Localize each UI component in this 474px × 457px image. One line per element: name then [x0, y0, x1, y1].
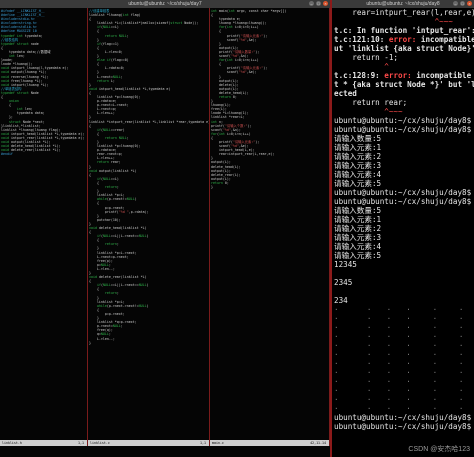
code-line: } [211, 185, 213, 190]
terminal-line: 请输入元素:4 [334, 242, 382, 251]
terminal-line: · · · · · · [334, 323, 466, 332]
terminal-line: 请输入元素:3 [334, 233, 382, 242]
vim-command-line[interactable] [0, 452, 330, 457]
terminal-line: rear=intpurt_rear(l,rear,e); [334, 8, 474, 17]
editor-titlebar: ubuntu@ubuntu: ~/cx/shuju/day7 – □ × [0, 0, 330, 8]
code-line: } [89, 340, 91, 345]
terminal-line: 234 [334, 296, 348, 305]
terminal-line: 12345 [334, 260, 357, 269]
terminal-line: ^~~~ [334, 17, 453, 26]
terminal-titlebar: ubuntu@ubuntu: ~/cx/shuju/day8 – □ × [332, 0, 474, 8]
terminal-line: 请输入元素:2 [334, 152, 382, 161]
editor-window-controls: – □ × [309, 1, 328, 6]
terminal-line: ^~~~ [334, 107, 403, 116]
statusline-filename: linklist.c [90, 441, 110, 445]
terminal-line: t.c:121:10: error: incompatible type [334, 35, 474, 44]
terminal-line: · · · · · · [334, 359, 466, 368]
terminal-line: 请输入元素:5 [334, 251, 382, 260]
editor-window-title: ubuntu@ubuntu: ~/cx/shuju/day7 [128, 1, 202, 7]
terminal-line: · · · · · · [334, 332, 466, 341]
terminal-line: 请输入数量:5 [334, 134, 382, 143]
vim-editor[interactable]: #ifndef __LINKLIST_H__ #define __LINKLIST… [0, 8, 330, 457]
statusline-position: 1,1 [200, 441, 206, 445]
minimize-button[interactable]: – [309, 1, 314, 6]
terminal-window-title: ubuntu@ubuntu: ~/cx/shuju/day8 [366, 1, 440, 7]
terminal-line: 请输入元素:1 [334, 143, 382, 152]
terminal-lines: rear=intpurt_rear(l,rear,e); ^~~~ t.c: In… [332, 8, 474, 305]
terminal-line: · · · · · · [334, 395, 466, 404]
terminal-line: 请输入数量:5 [334, 206, 382, 215]
terminal-line: 2345 [334, 278, 353, 287]
terminal-line: 请输入元素:4 [334, 170, 382, 179]
terminal-line: return -1; [334, 53, 399, 62]
code-line: #endif [1, 152, 13, 157]
pane-statusline: main.c 42,11-14 [210, 440, 329, 446]
pane-statusline: linklist.h 1,1 [0, 440, 87, 446]
code-area[interactable]: #ifndef __LINKLIST_H__ #define __LINKLIST… [0, 8, 87, 156]
terminal-line: ^ [334, 62, 389, 71]
maximize-button[interactable]: □ [460, 1, 465, 6]
terminal-line: t.c:128:9: error: incompatible types [334, 71, 472, 80]
statusline-position: 42,11-14 [310, 441, 326, 445]
code-area[interactable]: int main(int argc, const char *argv[]){ … [210, 8, 329, 189]
terminal-output[interactable]: rear=intpurt_rear(l,rear,e); ^~~~ t.c: In… [332, 8, 474, 457]
terminal-line: ubuntu@ubuntu:~/cx/shuju/day8$ ./a.o [334, 125, 472, 134]
terminal-line: ubuntu@ubuntu:~/cx/shuju/day8$ gcc 1 [334, 116, 472, 125]
terminal-line: · · · · · · [334, 305, 466, 314]
close-button[interactable]: × [467, 1, 472, 6]
terminal-line: ubuntu@ubuntu:~/cx/shuju/day8$ gcc 1 [334, 188, 472, 197]
terminal-line: · · · · · · [334, 404, 466, 413]
terminal-line: ubuntu@ubuntu:~/cx/shuju/day8$ [334, 413, 472, 422]
terminal-line: · · · · · · [334, 314, 466, 323]
terminal-line: · · · · · · [334, 350, 466, 359]
pane-statusline: linklist.c 1,1 [88, 440, 209, 446]
editor-pane-source[interactable]: //创建单链表 linklist *lhuang(int flag){ linkl… [88, 8, 210, 446]
terminal-prompts: · · · · · · · · · · · · · · · · · · · · · ·… [332, 305, 474, 431]
terminal-line: · · · · · · [334, 377, 466, 386]
terminal-line: 请输入元素:5 [334, 179, 382, 188]
maximize-button[interactable]: □ [316, 1, 321, 6]
terminal-window-controls: – □ × [453, 1, 472, 6]
close-button[interactable]: × [323, 1, 328, 6]
code-area[interactable]: //创建单链表 linklist *lhuang(int flag){ linkl… [88, 8, 209, 345]
terminal-line: 请输入元素:2 [334, 224, 382, 233]
watermark: CSDN @安杰哈123 [408, 446, 470, 453]
code-line: linklist *intpurt_rear(linklist *L,linkl… [89, 119, 210, 124]
minimize-button[interactable]: – [453, 1, 458, 6]
terminal-line: · · · · · · [334, 386, 466, 395]
editor-pane-header[interactable]: #ifndef __LINKLIST_H__ #define __LINKLIST… [0, 8, 88, 446]
terminal-line: ubuntu@ubuntu:~/cx/shuju/day8$ [334, 422, 472, 431]
terminal-line: ut 'linklist {aka struct Node}' was [334, 44, 474, 53]
terminal-line: return rear; [334, 98, 408, 107]
terminal-line: ected [334, 89, 357, 98]
terminal-line: · · · · · · [334, 368, 466, 377]
terminal-line: 请输入元素:1 [334, 215, 382, 224]
terminal-line: ubuntu@ubuntu:~/cx/shuju/day8$ ./a.o [334, 197, 472, 206]
statusline-filename: linklist.h [2, 441, 22, 445]
terminal-line: 请输入元素:3 [334, 161, 382, 170]
statusline-filename: main.c [212, 441, 224, 445]
editor-pane-main[interactable]: int main(int argc, const char *argv[]){ … [210, 8, 330, 446]
terminal-line: t.c: In function 'intput_rear': [334, 26, 474, 35]
terminal-line: t * {aka struct Node *}' but 'linklis [334, 80, 474, 89]
terminal-line: · · · · · · [334, 341, 466, 350]
statusline-position: 1,1 [78, 441, 84, 445]
